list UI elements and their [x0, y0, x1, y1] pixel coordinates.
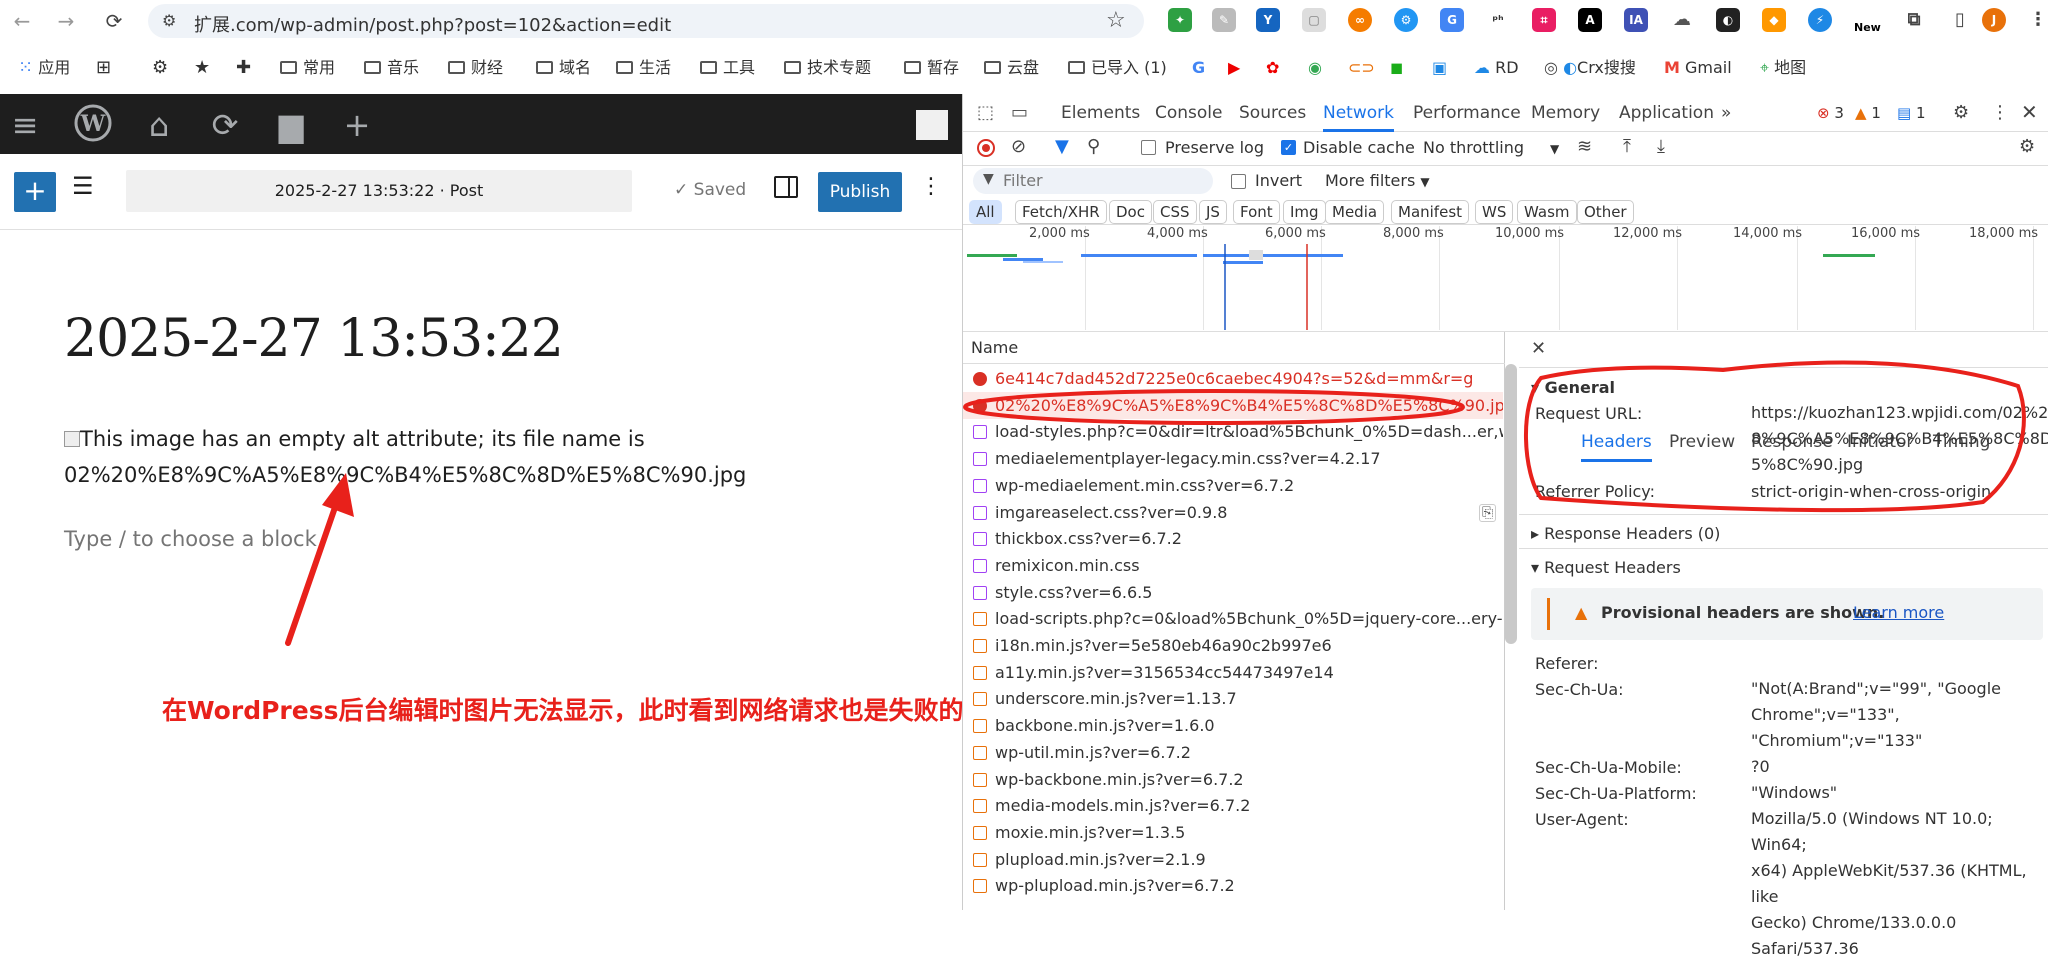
url-text: 扩展.com/wp-admin/post.php?post=102&action… [194, 15, 672, 36]
bookmark-folder[interactable]: 云盘 [984, 56, 1039, 80]
menu-icon[interactable]: ⋮ [2026, 8, 2048, 32]
profile-avatar[interactable]: J [1982, 8, 2006, 32]
bookmark-folder[interactable]: 财经 [448, 56, 503, 80]
star-icon[interactable]: ★ [194, 56, 210, 80]
wordpress-logo-icon[interactable]: W [72, 104, 114, 146]
settings-icon[interactable]: ⚙ [152, 56, 168, 80]
settings-sidebar-icon[interactable] [774, 176, 798, 198]
site-info-icon[interactable]: ⚙ [162, 11, 176, 30]
extension-icon[interactable]: Y [1256, 8, 1280, 32]
extension-icon[interactable]: ᵖʰ [1486, 8, 1510, 32]
check-icon: ✓ [674, 180, 689, 200]
saved-status: ✓ Saved [674, 180, 747, 200]
back-icon[interactable]: ← [8, 8, 36, 34]
bookmark-folder[interactable]: 已导入 (1) [1068, 56, 1167, 80]
forward-icon[interactable]: → [52, 8, 80, 34]
apps-grid-icon: ⁙ [18, 57, 34, 78]
bookmark-crx[interactable]: ◎ ◐Crx搜搜 [1544, 56, 1636, 80]
wp-admin-bar: ≡ W ⌂ ⟳ ▆ + [0, 94, 962, 154]
address-bar[interactable]: ⚙ 扩展.com/wp-admin/post.php?post=102&acti… [148, 4, 1144, 38]
more-options-icon[interactable]: ⋮ [920, 174, 942, 199]
sidepanel-icon[interactable]: ▯ [1948, 8, 1972, 32]
youtube-icon[interactable]: ▶ [1228, 56, 1240, 80]
extension-icon[interactable]: ⌗ [1532, 8, 1556, 32]
bookmark-maps[interactable]: ⌖ 地图 [1760, 56, 1806, 80]
updates-icon[interactable]: ⟳ [204, 104, 246, 146]
bookmark-rd[interactable]: ☁ RD [1474, 56, 1519, 80]
annotation-text: 在WordPress后台编辑时图片无法显示，此时看到网络请求也是失败的 [162, 696, 964, 725]
block-inserter-button[interactable]: + [14, 172, 56, 212]
extension-icon[interactable]: ⚙ [1394, 8, 1418, 32]
menu-toggle-icon[interactable]: ≡ [4, 104, 46, 146]
folder-icon [448, 61, 465, 74]
annotation-circles [963, 360, 2026, 513]
gmail-icon: M [1664, 58, 1680, 77]
folder-icon [536, 61, 553, 74]
folder-icon [784, 61, 801, 74]
image-alt-text: This image has an empty alt attribute; i… [64, 427, 747, 487]
reload-icon[interactable]: ⟳ [100, 8, 128, 34]
extension-icon[interactable]: ✦ [1168, 8, 1192, 32]
extension-icon[interactable]: ▣ [1432, 56, 1447, 80]
bookmark-folder[interactable]: 暂存 [904, 56, 959, 80]
bookmark-folder[interactable]: 工具 [700, 56, 755, 80]
folder-icon [1068, 61, 1085, 74]
chrome-icon[interactable]: ◉ [1308, 56, 1322, 80]
puzzle-icon[interactable]: ⧉ [1902, 8, 1926, 32]
extension-icon[interactable]: ▢ [1302, 8, 1326, 32]
document-title-bar[interactable]: 2025-2-27 13:53:22 · Post [126, 170, 632, 212]
editor-toolbar: + ☰ 2025-2-27 13:53:22 · Post ✓ Saved Pu… [0, 154, 962, 230]
folder-icon [280, 61, 297, 74]
map-pin-icon: ⌖ [1760, 58, 1770, 77]
bookmark-folder[interactable]: 域名 [536, 56, 591, 80]
huawei-icon[interactable]: ✿ [1266, 56, 1279, 80]
bookmark-folder[interactable]: 音乐 [364, 56, 419, 80]
puzzle-icon[interactable]: ✚ [236, 56, 251, 80]
globe-icon: ◎ [1544, 58, 1558, 77]
bookmarks-bar: ⁙ 应用 ⊞ ⚙ ★ ✚ 常用 音乐 财经 域名 生活 工具 技术专题 暂存 云… [0, 50, 2048, 86]
svg-text:W: W [80, 111, 106, 137]
bookmark-gmail[interactable]: M Gmail [1664, 56, 1732, 80]
folder-icon [904, 61, 921, 74]
bookmark-star-icon[interactable]: ☆ [1106, 8, 1126, 33]
extension-icon[interactable]: ∞ [1348, 8, 1372, 32]
publish-button[interactable]: Publish [818, 172, 902, 212]
folder-icon [616, 61, 633, 74]
comments-icon[interactable]: ▆ [270, 104, 312, 146]
document-overview-icon[interactable]: ☰ [72, 172, 94, 200]
browser-toolbar: ← → ⟳ ⚙ 扩展.com/wp-admin/post.php?post=10… [0, 0, 2048, 42]
folder-icon [364, 61, 381, 74]
extension-icon[interactable]: IA [1624, 8, 1648, 32]
bookmark-folder[interactable]: 技术专题 [784, 56, 871, 80]
extension-icon[interactable]: A [1578, 8, 1602, 32]
avatar[interactable] [916, 110, 948, 140]
broken-image-icon [64, 431, 80, 447]
home-icon[interactable]: ⌂ [138, 104, 180, 146]
folder-icon [700, 61, 717, 74]
extension-new-label[interactable]: New [1854, 16, 1881, 40]
cloud-icon[interactable]: ☁ [1670, 8, 1694, 32]
broken-image-block[interactable]: This image has an empty alt attribute; i… [64, 421, 764, 493]
folder-icon [984, 61, 1001, 74]
editor-canvas: 2025-2-27 13:53:22 This image has an emp… [0, 231, 964, 910]
extension-icon[interactable]: ✎ [1212, 8, 1236, 32]
wechat-icon[interactable]: ◼ [1390, 56, 1403, 80]
bookmark-apps[interactable]: ⁙ 应用 [18, 56, 70, 80]
search-icon: ◐ [1563, 58, 1578, 77]
bookmark-folder[interactable]: 常用 [280, 56, 335, 80]
new-content-icon[interactable]: + [336, 104, 378, 146]
google-icon[interactable]: G [1192, 56, 1205, 80]
bookmark-folder[interactable]: 生活 [616, 56, 671, 80]
extension-icon[interactable]: ⚡ [1808, 8, 1832, 32]
extension-icon[interactable]: ⊂⊃ [1348, 56, 1375, 80]
grid-icon[interactable]: ⊞ [96, 56, 111, 80]
extension-icon[interactable]: ◆ [1762, 8, 1786, 32]
translate-icon[interactable]: G [1440, 8, 1464, 32]
extension-icon[interactable]: ◐ [1716, 8, 1740, 32]
cloud-icon: ☁ [1474, 58, 1490, 77]
annotation-arrow [285, 473, 354, 646]
post-title[interactable]: 2025-2-27 13:53:22 [64, 309, 564, 369]
devtools-panel: ⬚ ▭ Elements Console Sources Network Per… [962, 94, 2048, 958]
